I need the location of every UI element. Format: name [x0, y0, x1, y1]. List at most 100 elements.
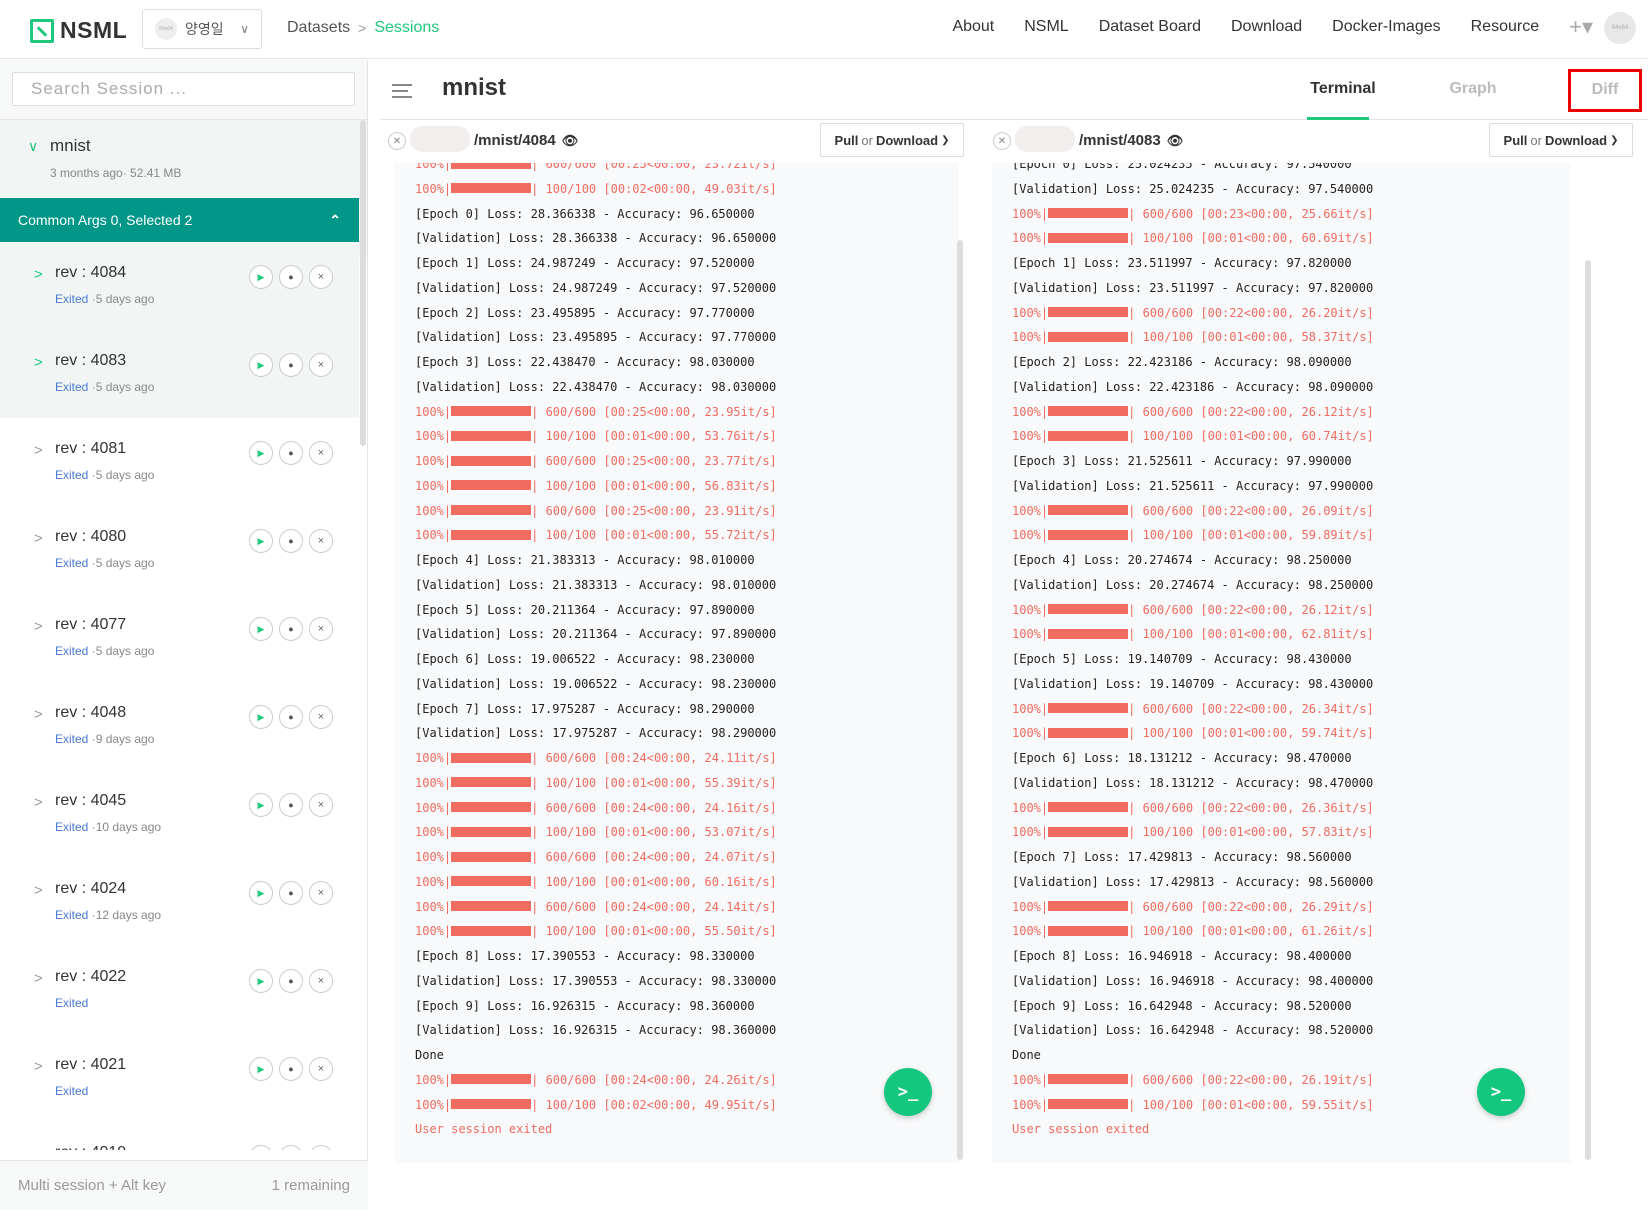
play-icon[interactable]: ▶ — [249, 705, 273, 729]
session-item[interactable]: > rev : 4045 Exited ·10 days ago ▶ ● × — [0, 770, 359, 858]
multi-session-hint: Multi session + Alt key — [18, 1177, 166, 1194]
record-icon[interactable]: ● — [279, 881, 303, 905]
delete-icon[interactable]: × — [309, 969, 333, 993]
eye-icon[interactable]: 👁 — [562, 133, 579, 149]
session-age: ·9 days ago — [88, 732, 155, 746]
session-item[interactable]: > rev : 4021 Exited ▶ ● × — [0, 1034, 359, 1122]
search-session-input[interactable] — [12, 72, 355, 106]
record-icon[interactable]: ● — [279, 617, 303, 641]
menu-nsml[interactable]: NSML — [1024, 18, 1068, 36]
session-item[interactable]: > rev : 4022 Exited ▶ ● × — [0, 946, 359, 1034]
session-item[interactable]: > rev : 4077 Exited ·5 days ago ▶ ● × — [0, 594, 359, 682]
chevron-right-icon[interactable]: > — [34, 794, 43, 811]
delete-icon[interactable]: × — [309, 617, 333, 641]
session-item[interactable]: > rev : 4019 ▶ ● × — [0, 1122, 359, 1150]
chevron-right-icon[interactable]: > — [34, 354, 43, 371]
session-path[interactable]: /mnist/4084 👁 — [474, 132, 578, 149]
terminal-scrollbar[interactable] — [1585, 260, 1591, 1160]
delete-icon[interactable]: × — [309, 529, 333, 553]
pull-or-download-button[interactable]: Pull or Download ❯ — [820, 123, 964, 157]
delete-icon[interactable]: × — [309, 793, 333, 817]
session-item[interactable]: > rev : 4080 Exited ·5 days ago ▶ ● × — [0, 506, 359, 594]
chevron-up-icon[interactable]: ⌃ — [329, 212, 341, 228]
hamburger-menu-icon[interactable] — [392, 84, 412, 102]
delete-icon[interactable]: × — [309, 1057, 333, 1081]
delete-icon[interactable]: × — [309, 265, 333, 289]
menu-resource[interactable]: Resource — [1471, 18, 1539, 36]
tab-diff[interactable]: Diff — [1568, 69, 1642, 112]
record-icon[interactable]: ● — [279, 705, 303, 729]
session-actions: ▶●× — [249, 441, 333, 465]
sidebar-scrollbar[interactable] — [360, 120, 366, 446]
close-pane-icon[interactable]: ✕ — [388, 132, 406, 150]
terminal-output[interactable]: [Epoch 0] Loss: 25.024235 - Accuracy: 97… — [992, 163, 1570, 1163]
session-item[interactable]: > rev : 4024 Exited ·12 days ago ▶ ● × — [0, 858, 359, 946]
record-icon[interactable]: ● — [279, 441, 303, 465]
record-icon[interactable]: ● — [279, 529, 303, 553]
play-icon[interactable]: ▶ — [249, 353, 273, 377]
chevron-right-icon[interactable]: > — [34, 882, 43, 899]
play-icon[interactable]: ▶ — [249, 265, 273, 289]
profile-avatar[interactable]: 64x64 — [1604, 12, 1636, 44]
chevron-right-icon[interactable]: > — [34, 1058, 43, 1075]
tab-graph[interactable]: Graph — [1408, 60, 1538, 120]
play-icon[interactable]: ▶ — [249, 969, 273, 993]
play-icon[interactable]: ▶ — [249, 793, 273, 817]
chevron-right-icon[interactable]: > — [34, 530, 43, 547]
common-args-bar[interactable]: Common Args 0, Selected 2 ⌃ — [0, 198, 359, 242]
open-terminal-button[interactable]: >_ — [884, 1068, 932, 1116]
progress-prefix: 100%| — [1012, 800, 1049, 815]
delete-icon[interactable]: × — [309, 353, 333, 377]
delete-icon[interactable]: × — [309, 705, 333, 729]
progress-bar — [1048, 208, 1129, 218]
record-icon[interactable]: ● — [279, 265, 303, 289]
session-meta: Exited ·5 days ago — [55, 468, 154, 482]
open-terminal-button[interactable]: >_ — [1477, 1068, 1525, 1116]
breadcrumb-datasets[interactable]: Datasets — [287, 19, 350, 37]
close-pane-icon[interactable]: ✕ — [993, 132, 1011, 150]
play-icon[interactable]: ▶ — [249, 1145, 273, 1150]
progress-line: 100%| | 600/600 [00:25<00:00, 23.95it/s] — [415, 400, 777, 425]
session-item[interactable]: > rev : 4081 Exited ·5 days ago ▶ ● × — [0, 418, 359, 506]
chevron-down-icon[interactable]: ∨ — [28, 138, 38, 155]
pull-or-download-button[interactable]: Pull or Download ❯ — [1489, 123, 1633, 157]
progress-line: 100%| | 100/100 [00:02<00:00, 49.95it/s] — [415, 1093, 777, 1118]
session-item[interactable]: > rev : 4083 Exited ·5 days ago ▶ ● × — [0, 330, 359, 418]
progress-line: 100%| | 100/100 [00:01<00:00, 60.16it/s] — [415, 870, 777, 895]
progress-prefix: 100%| — [1012, 305, 1049, 320]
menu-download[interactable]: Download — [1231, 18, 1302, 36]
chevron-right-icon[interactable]: > — [34, 970, 43, 987]
terminal-scrollbar[interactable] — [957, 240, 963, 1160]
eye-icon[interactable]: 👁 — [1167, 133, 1184, 149]
terminal-output[interactable]: 100%| | 600/600 [00:25<00:00, 23.72it/s] 1… — [395, 163, 959, 1163]
chevron-right-icon[interactable]: > — [34, 618, 43, 635]
tab-terminal[interactable]: Terminal — [1278, 60, 1408, 120]
record-icon[interactable]: ● — [279, 1057, 303, 1081]
menu-about[interactable]: About — [952, 18, 994, 36]
nsml-logo[interactable]: NSML — [30, 17, 127, 44]
chevron-right-icon[interactable]: > — [34, 442, 43, 459]
play-icon[interactable]: ▶ — [249, 441, 273, 465]
play-icon[interactable]: ▶ — [249, 529, 273, 553]
session-path[interactable]: /mnist/4083 👁 — [1079, 132, 1183, 149]
plus-dropdown-icon[interactable]: +▾ — [1569, 16, 1593, 38]
chevron-right-icon[interactable]: > — [34, 266, 43, 283]
delete-icon[interactable]: × — [309, 441, 333, 465]
session-item[interactable]: > rev : 4084 Exited ·5 days ago ▶ ● × — [0, 242, 359, 330]
record-icon[interactable]: ● — [279, 969, 303, 993]
chevron-right-icon[interactable]: > — [34, 706, 43, 723]
play-icon[interactable]: ▶ — [249, 617, 273, 641]
record-icon[interactable]: ● — [279, 353, 303, 377]
chevron-right-icon[interactable]: > — [34, 1146, 43, 1150]
session-item[interactable]: > rev : 4048 Exited ·9 days ago ▶ ● × — [0, 682, 359, 770]
record-icon[interactable]: ● — [279, 793, 303, 817]
play-icon[interactable]: ▶ — [249, 1057, 273, 1081]
play-icon[interactable]: ▶ — [249, 881, 273, 905]
delete-icon[interactable]: × — [309, 881, 333, 905]
user-select-dropdown[interactable]: 64x64 양영일 ∨ — [142, 9, 262, 49]
delete-icon[interactable]: × — [309, 1145, 333, 1150]
menu-docker-images[interactable]: Docker-Images — [1332, 18, 1440, 36]
record-icon[interactable]: ● — [279, 1145, 303, 1150]
menu-dataset-board[interactable]: Dataset Board — [1099, 18, 1201, 36]
breadcrumb-sessions[interactable]: Sessions — [374, 19, 439, 37]
